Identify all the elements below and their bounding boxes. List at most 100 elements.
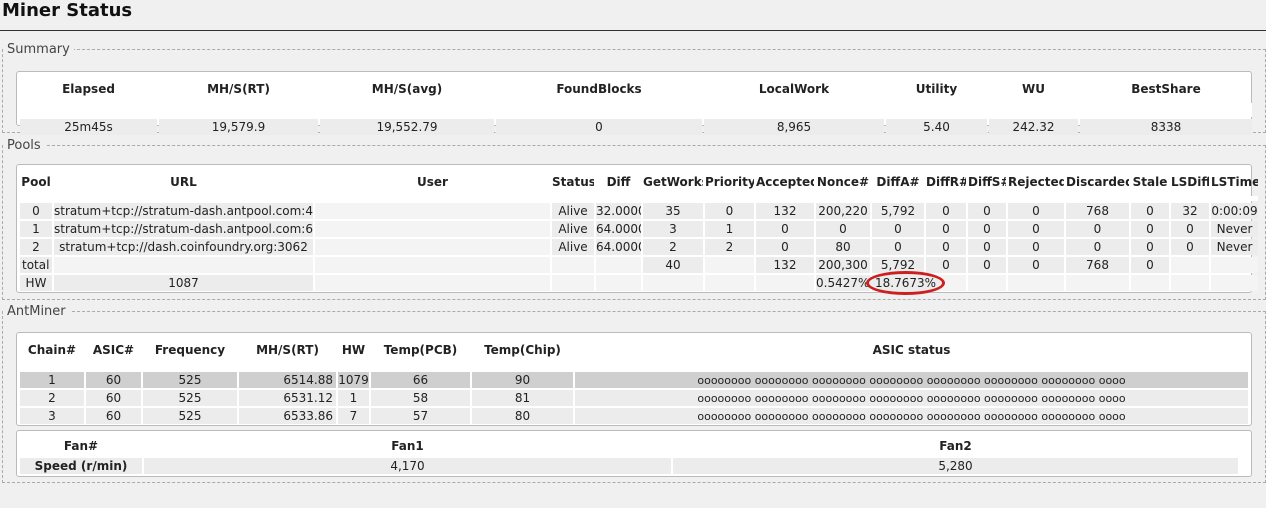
pool-stale: 0 <box>1131 203 1169 219</box>
col-rejected: Rejected <box>1008 175 1064 189</box>
total-nonce: 200,300 <box>816 257 870 273</box>
pool-lsdiff: 0 <box>1171 221 1209 237</box>
pool-url: stratum+tcp://stratum-dash.antpool.com:4… <box>54 203 313 219</box>
fan2-speed: 5,280 <box>673 458 1238 474</box>
fan-header-row: Fan# Fan1 Fan2 <box>20 436 1238 456</box>
col-stale: Stale <box>1132 175 1168 189</box>
col-nonce: Nonce# <box>816 175 870 189</box>
total-discarded: 768 <box>1066 257 1129 273</box>
hw-empty <box>596 275 641 291</box>
col-frequency: Frequency <box>154 343 226 357</box>
hw-empty <box>315 275 550 291</box>
chain-asic: 60 <box>86 372 141 388</box>
total-empty <box>315 257 550 273</box>
hw-label: HW <box>20 275 52 291</box>
chain-temp-chip: 81 <box>472 390 573 406</box>
chain-temp-chip: 90 <box>472 372 573 388</box>
hw-empty <box>643 275 703 291</box>
pool-priority: 2 <box>705 239 754 255</box>
pool-discarded: 768 <box>1066 203 1129 219</box>
pool-diff: 64.0000 <box>596 221 641 237</box>
fan-table: Fan# Fan1 Fan2 Speed (r/min) 4,170 5,280 <box>18 434 1240 476</box>
pool-rejected: 0 <box>1008 221 1064 237</box>
chain-hw: 1079 <box>338 372 369 388</box>
hw-empty <box>552 275 594 291</box>
col-lstime: LSTime <box>1211 175 1258 189</box>
pool-status: Alive <box>552 221 594 237</box>
title-divider <box>0 30 1266 31</box>
pool-accepted: 0 <box>756 221 814 237</box>
col-priority: Priority <box>705 175 754 189</box>
chain-asic-status: oooooooo oooooooo oooooooo oooooooo oooo… <box>575 390 1248 406</box>
pool-url: stratum+tcp://dash.coinfoundry.org:3062 <box>54 239 313 255</box>
chain-index: 3 <box>20 408 84 424</box>
hw-empty <box>1066 275 1129 291</box>
chain-temp-pcb: 66 <box>371 372 470 388</box>
pool-status: Alive <box>552 203 594 219</box>
val-localwork: 8,965 <box>704 119 884 135</box>
chain-temp-chip: 80 <box>472 408 573 424</box>
hw-empty <box>1131 275 1169 291</box>
hw-diffa-cell: 18.7673% <box>866 271 946 295</box>
col-temp-pcb: Temp(PCB) <box>383 343 458 357</box>
antminer-legend: AntMiner <box>7 304 66 319</box>
chain-hw: 7 <box>338 408 369 424</box>
col-diff: Diff <box>606 175 631 189</box>
summary-header-row: Elapsed MH/S(RT) MH/S(avg) FoundBlocks L… <box>20 77 1252 101</box>
chain-header-row: Chain# ASIC# Frequency MH/S(RT) HW Temp(… <box>20 338 1248 362</box>
pool-lstime: Never <box>1211 221 1258 237</box>
pool-getworks: 3 <box>643 221 703 237</box>
chain-index: 1 <box>20 372 84 388</box>
chain-frequency: 525 <box>143 408 237 424</box>
col-asic-status: ASIC status <box>872 343 951 357</box>
pool-diffs: 0 <box>968 239 1006 255</box>
pool-rejected: 0 <box>1008 239 1064 255</box>
pool-stale: 0 <box>1131 239 1169 255</box>
total-empty <box>552 257 594 273</box>
col-url: URL <box>170 175 197 189</box>
pool-url: stratum+tcp://stratum-dash.antpool.com:6… <box>54 221 313 237</box>
fan-panel: Fan# Fan1 Fan2 Speed (r/min) 4,170 5,280 <box>16 430 1252 477</box>
page-title: Miner Status <box>2 0 133 21</box>
summary-table: Elapsed MH/S(RT) MH/S(avg) FoundBlocks L… <box>18 75 1254 137</box>
hw-empty <box>705 275 754 291</box>
pool-lsdiff: 0 <box>1171 239 1209 255</box>
col-accepted: Accepted <box>756 175 814 189</box>
pools-panel: Pool URL User Status Diff GetWorks Prior… <box>16 164 1258 295</box>
chain-frequency: 525 <box>143 372 237 388</box>
chain-table: Chain# ASIC# Frequency MH/S(RT) HW Temp(… <box>18 336 1250 426</box>
pool-getworks: 35 <box>643 203 703 219</box>
chain-panel: Chain# ASIC# Frequency MH/S(RT) HW Temp(… <box>16 332 1252 426</box>
chain-mhs: 6531.12 <box>239 390 336 406</box>
chain-asic: 60 <box>86 390 141 406</box>
pool-diffs: 0 <box>968 221 1006 237</box>
col-diffs: DiffS# <box>968 175 1006 189</box>
pool-nonce: 80 <box>816 239 870 255</box>
pool-diffa: 5,792 <box>872 203 924 219</box>
total-empty <box>54 257 313 273</box>
col-fan1: Fan1 <box>391 439 424 453</box>
pool-diffr: 0 <box>926 221 966 237</box>
total-getworks: 40 <box>643 257 703 273</box>
pool-row: 0 stratum+tcp://stratum-dash.antpool.com… <box>20 203 1258 219</box>
pools-hw-row: HW 1087 0.5427% 18.7673% <box>20 271 1258 295</box>
pool-status: Alive <box>552 239 594 255</box>
pool-user <box>315 203 550 219</box>
chain-temp-pcb: 57 <box>371 408 470 424</box>
col-utility: Utility <box>915 82 958 96</box>
col-foundblocks: FoundBlocks <box>556 82 642 96</box>
col-status: Status <box>552 175 594 189</box>
total-empty <box>596 257 641 273</box>
pool-stale: 0 <box>1131 221 1169 237</box>
col-asic: ASIC# <box>92 343 135 357</box>
pool-nonce: 200,220 <box>816 203 870 219</box>
pool-index: 2 <box>20 239 52 255</box>
col-chain-mhs: MH/S(RT) <box>256 343 319 357</box>
col-getworks: GetWorks <box>643 175 703 189</box>
chain-asic: 60 <box>86 408 141 424</box>
hw-nonce-pct: 0.5427% <box>816 275 870 291</box>
pool-lstime: Never <box>1211 239 1258 255</box>
chain-index: 2 <box>20 390 84 406</box>
val-bestshare: 8338 <box>1080 119 1252 135</box>
pools-spacer-row <box>20 196 1258 201</box>
